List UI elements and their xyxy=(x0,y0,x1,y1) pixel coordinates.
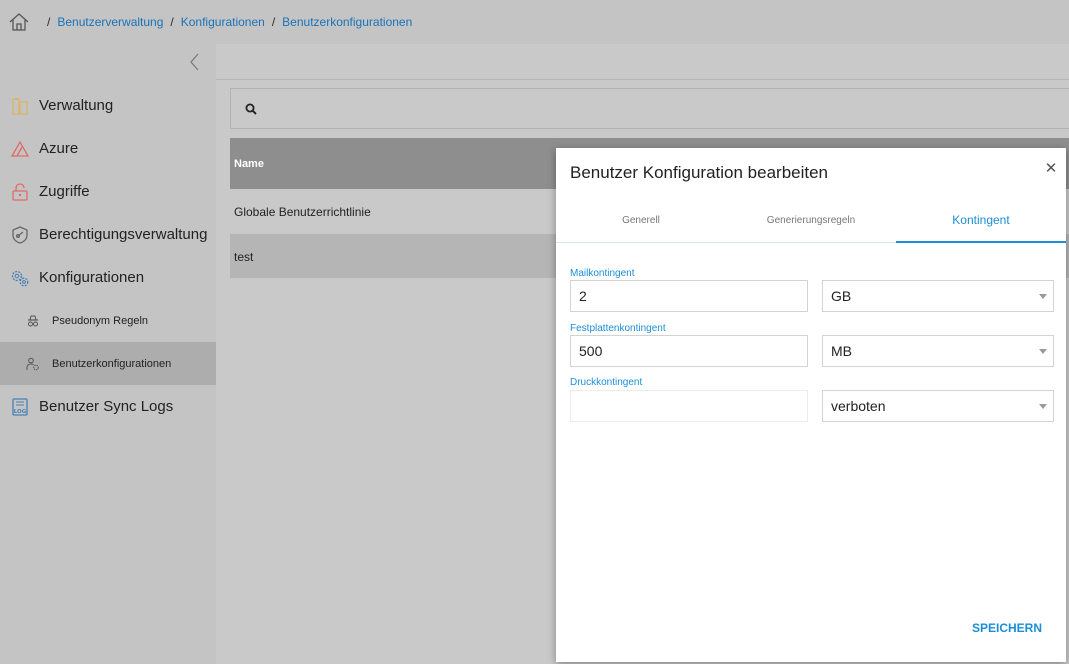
druckkontingent-mode-select[interactable]: verboten xyxy=(822,390,1054,422)
chevron-down-icon xyxy=(1039,349,1047,354)
tab-generell[interactable]: Generell xyxy=(556,198,726,242)
breadcrumb-benutzerkonfigurationen[interactable]: Benutzerkonfigurationen xyxy=(282,15,412,29)
select-value: MB xyxy=(831,343,852,359)
druckkontingent-label: Druckkontingent xyxy=(570,377,643,388)
breadcrumb: / Benutzerverwaltung / Konfigurationen /… xyxy=(0,0,1069,44)
folder-icon xyxy=(12,97,28,115)
sidebar-item-label: Zugriffe xyxy=(39,183,90,200)
gears-icon xyxy=(11,270,29,286)
sidebar-subitem-pseudonym-regeln[interactable]: Pseudonym Regeln xyxy=(0,299,216,342)
druckkontingent-input[interactable] xyxy=(570,390,808,422)
edit-config-dialog: Benutzer Konfiguration bearbeiten ✕ Gene… xyxy=(556,148,1066,662)
chevron-down-icon xyxy=(1039,404,1047,409)
select-value: verboten xyxy=(831,398,886,414)
azure-icon xyxy=(10,140,30,157)
breadcrumb-separator: / xyxy=(271,15,276,29)
table-cell-name: Globale Benutzerrichtlinie xyxy=(234,205,371,219)
dialog-title: Benutzer Konfiguration bearbeiten xyxy=(570,163,829,182)
dialog-tabs: Generell Generierungsregeln Kontingent xyxy=(556,198,1066,243)
sidebar-item-label: Konfigurationen xyxy=(39,269,145,286)
mailkontingent-unit-select[interactable]: GB xyxy=(822,280,1054,312)
breadcrumb-separator: / xyxy=(170,15,174,29)
sidebar-item-label: Berechtigungsverwaltung xyxy=(39,226,208,243)
sidebar-item-verwaltung[interactable]: Verwaltung xyxy=(0,84,216,127)
sidebar-subitem-label: Pseudonym Regeln xyxy=(52,314,149,327)
mailkontingent-label: Mailkontingent xyxy=(570,268,635,279)
lock-icon xyxy=(12,182,28,201)
sidebar: Verwaltung Azure Zugriffe Berechtigungsv… xyxy=(0,44,216,664)
festplattenkontingent-label: Festplattenkontingent xyxy=(570,323,666,334)
mailkontingent-input[interactable]: 2 xyxy=(570,280,808,312)
home-icon[interactable] xyxy=(8,11,30,33)
sidebar-item-benutzer-sync-logs[interactable]: LOG Benutzer Sync Logs xyxy=(0,385,216,428)
column-header-label: Name xyxy=(234,157,264,170)
select-value: GB xyxy=(831,288,852,304)
sidebar-item-konfigurationen[interactable]: Konfigurationen xyxy=(0,256,216,299)
festplattenkontingent-input[interactable]: 500 xyxy=(570,335,808,367)
log-icon: LOG xyxy=(12,397,28,416)
save-button[interactable]: SPEICHERN xyxy=(972,621,1042,635)
sidebar-subitem-benutzerkonfigurationen[interactable]: Benutzerkonfigurationen xyxy=(0,342,216,385)
breadcrumb-konfigurationen[interactable]: Konfigurationen xyxy=(181,15,265,29)
tab-kontingent[interactable]: Kontingent xyxy=(896,198,1066,243)
svg-text:LOG: LOG xyxy=(14,409,27,415)
incognito-icon xyxy=(28,315,38,326)
sidebar-item-label: Azure xyxy=(39,140,79,157)
chevron-left-icon[interactable] xyxy=(188,52,202,72)
chevron-down-icon xyxy=(1039,294,1047,299)
breadcrumb-benutzerverwaltung[interactable]: Benutzerverwaltung xyxy=(57,15,163,29)
sidebar-nav: Verwaltung Azure Zugriffe Berechtigungsv… xyxy=(0,84,216,428)
sidebar-item-label: Verwaltung xyxy=(39,97,114,114)
table-cell-name: test xyxy=(234,250,254,264)
user-config-icon xyxy=(26,357,39,370)
sidebar-item-label: Benutzer Sync Logs xyxy=(39,398,174,415)
search-icon xyxy=(245,103,257,115)
sidebar-subitem-label: Benutzerkonfigurationen xyxy=(52,357,172,370)
tab-generierungsregeln[interactable]: Generierungsregeln xyxy=(726,198,896,242)
toolbar-divider xyxy=(216,79,1069,80)
sidebar-item-zugriffe[interactable]: Zugriffe xyxy=(0,170,216,213)
sidebar-item-berechtigungsverwaltung[interactable]: Berechtigungsverwaltung xyxy=(0,213,216,256)
close-icon[interactable]: ✕ xyxy=(1044,161,1058,176)
shield-icon xyxy=(12,225,28,244)
festplattenkontingent-unit-select[interactable]: MB xyxy=(822,335,1054,367)
sidebar-item-azure[interactable]: Azure xyxy=(0,127,216,170)
search-bar[interactable] xyxy=(230,88,1069,129)
breadcrumb-separator: / xyxy=(47,15,51,29)
